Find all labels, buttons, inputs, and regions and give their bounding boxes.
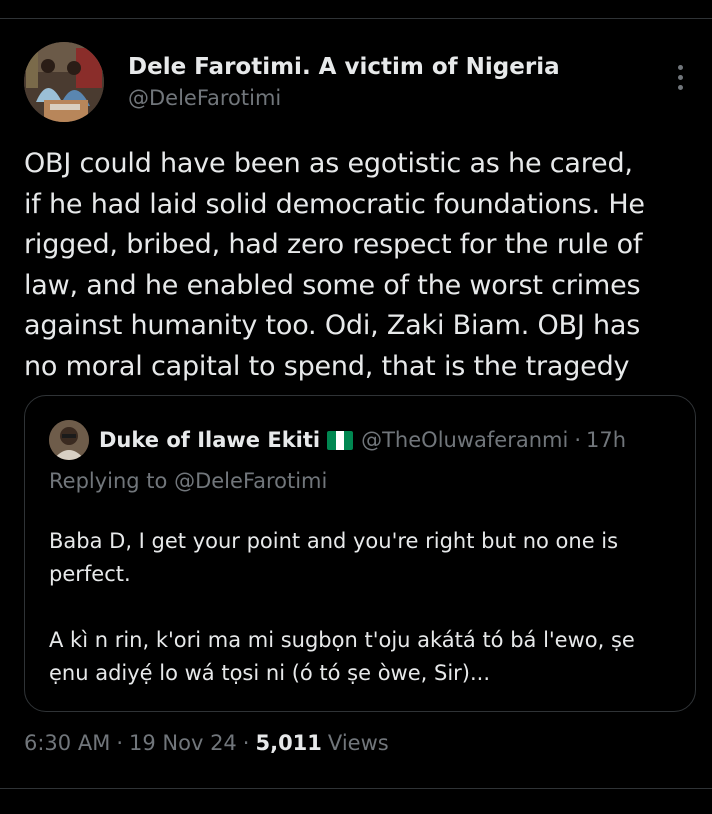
tweet-line: rigged, bribed, had zero respect for the… bbox=[24, 229, 643, 260]
separator-dot: · bbox=[574, 428, 581, 452]
more-options-button[interactable] bbox=[668, 60, 692, 94]
tweet-line: against humanity too. Odi, Zaki Biam. OB… bbox=[24, 310, 641, 341]
views-count: 5,011 bbox=[255, 731, 322, 755]
quote-author-name[interactable]: Duke of Ilawe Ekiti bbox=[99, 428, 320, 452]
tweet-line: no moral capital to spend, that is the t… bbox=[24, 350, 630, 382]
quote-header: Duke of Ilawe Ekiti @TheOluwaferanmi · 1… bbox=[99, 426, 626, 454]
quote-paragraph: Baba D, I get your point and you're righ… bbox=[49, 529, 619, 586]
tweet-meta: 6:30 AM · 19 Nov 24 · 5,011 Views bbox=[24, 728, 389, 758]
author-avatar[interactable] bbox=[24, 42, 104, 122]
quote-author-avatar[interactable] bbox=[49, 420, 89, 460]
nigeria-flag-icon bbox=[327, 430, 354, 450]
tweet-time[interactable]: 6:30 AM bbox=[24, 731, 110, 755]
quote-text: Baba D, I get your point and you're righ… bbox=[49, 525, 679, 690]
author-name[interactable]: Dele Farotimi. A victim of Nigeria bbox=[128, 54, 560, 80]
more-vertical-icon bbox=[677, 64, 683, 70]
top-divider bbox=[0, 18, 712, 19]
quoted-tweet-card[interactable]: Duke of Ilawe Ekiti @TheOluwaferanmi · 1… bbox=[24, 395, 696, 712]
avatar-photo-icon bbox=[49, 420, 89, 460]
views-label: Views bbox=[327, 731, 389, 755]
separator-dot: · bbox=[116, 731, 124, 755]
tweet-date[interactable]: 19 Nov 24 bbox=[129, 731, 237, 755]
tweet-text: OBJ could have been as egotistic as he c… bbox=[24, 144, 700, 387]
bottom-divider bbox=[0, 788, 712, 789]
tweet-line: if he had laid solid democratic foundati… bbox=[24, 188, 645, 220]
author-handle[interactable]: @DeleFarotimi bbox=[128, 86, 281, 110]
tweet-line: OBJ could have been as egotistic as he c… bbox=[24, 148, 633, 179]
quote-paragraph: A kì n rin, k'ori ma mi sugbọn t'oju aká… bbox=[49, 628, 635, 685]
replying-to: Replying to @DeleFarotimi bbox=[49, 469, 327, 493]
tweet-line: law, and he enabled some of the worst cr… bbox=[24, 269, 641, 301]
quote-author-handle[interactable]: @TheOluwaferanmi bbox=[361, 428, 568, 452]
replying-to-link[interactable]: @DeleFarotimi bbox=[174, 469, 327, 493]
separator-dot: · bbox=[242, 731, 250, 755]
quote-timestamp[interactable]: 17h bbox=[586, 428, 626, 452]
replying-prefix: Replying to bbox=[49, 469, 168, 493]
avatar-photo-icon bbox=[24, 42, 104, 122]
